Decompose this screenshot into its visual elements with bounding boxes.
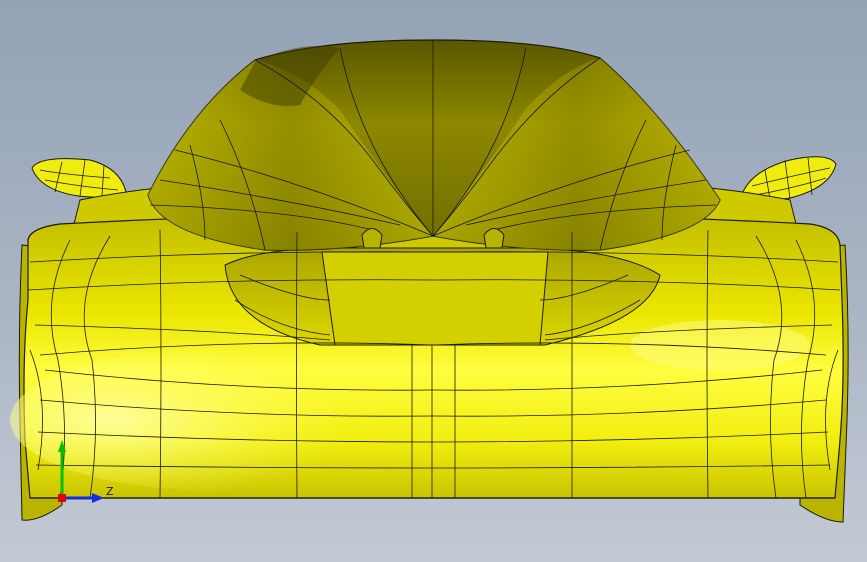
right-pod <box>483 228 505 249</box>
intake-panel <box>321 251 549 346</box>
left-pod <box>361 228 383 249</box>
axis-triad: Z <box>58 440 114 503</box>
z-axis-arrow-icon <box>92 493 104 503</box>
car-body-model[interactable] <box>0 0 867 562</box>
z-axis-label: Z <box>106 485 114 498</box>
cad-viewport[interactable]: Z <box>0 0 867 562</box>
y-axis-arrow-icon <box>58 440 66 452</box>
x-axis-marker <box>58 494 66 502</box>
